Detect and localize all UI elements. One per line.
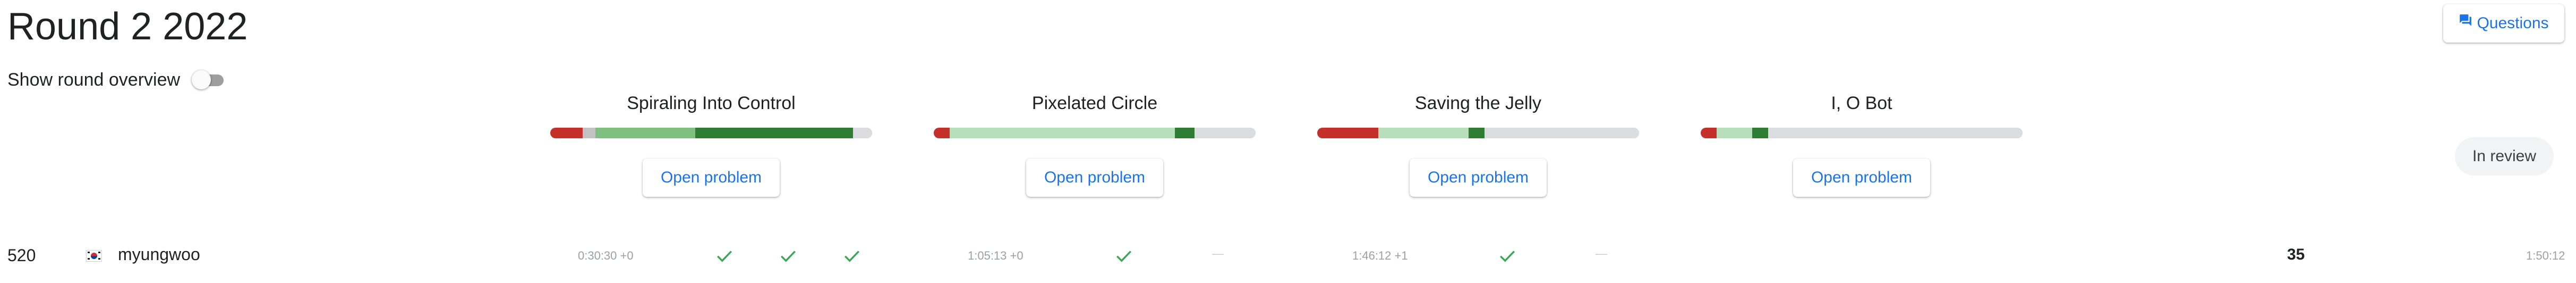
- checkmark-icon: [845, 251, 859, 262]
- progress-segment-partial: [595, 128, 695, 138]
- progress-segment-unattempted: [1485, 128, 1639, 138]
- total-penalty-time: 1:50:12: [2526, 249, 2565, 262]
- solve-time: 1:46:12 +1: [1352, 249, 1408, 262]
- questions-button[interactable]: Questions: [2443, 4, 2564, 43]
- round-overview-label: Show round overview: [7, 69, 181, 90]
- checkmark-icon: [1500, 251, 1515, 262]
- progress-segment-partial: [1717, 128, 1752, 138]
- unattempted-mark: —: [1596, 247, 1607, 260]
- forum-icon: [2460, 14, 2472, 26]
- solve-time: 0:30:30 +0: [578, 249, 634, 262]
- contestant-username[interactable]: myungwoo: [118, 245, 200, 264]
- open-problem-button[interactable]: Open problem: [1793, 159, 1930, 197]
- problem-card: Spiraling Into Control Open problem: [550, 93, 872, 197]
- solve-time: 1:05:13 +0: [968, 249, 1023, 262]
- toggle-knob: [192, 70, 211, 89]
- problem-title: Pixelated Circle: [1031, 93, 1158, 113]
- checkmark-icon: [1116, 251, 1131, 262]
- south-korea-flag-icon: [86, 250, 102, 262]
- problem-progress-bar: [1701, 128, 2023, 138]
- checkmark-icon: [781, 251, 796, 262]
- questions-label: Questions: [2477, 14, 2549, 32]
- open-problem-button[interactable]: Open problem: [643, 159, 780, 197]
- round-overview-toggle[interactable]: [191, 68, 228, 91]
- round-overview-setting: Show round overview: [7, 66, 228, 94]
- open-problem-button[interactable]: Open problem: [1410, 159, 1547, 197]
- problem-title: Saving the Jelly: [1414, 93, 1542, 113]
- progress-segment-other: [582, 128, 595, 138]
- problem-progress-bar: [934, 128, 1256, 138]
- progress-segment-wrong: [550, 128, 583, 138]
- progress-segment-unattempted: [1194, 128, 1256, 138]
- open-problem-button[interactable]: Open problem: [1026, 159, 1163, 197]
- progress-segment-partial: [950, 128, 1175, 138]
- problem-card: Saving the Jelly Open problem: [1317, 93, 1639, 197]
- page-title: Round 2 2022: [7, 5, 248, 48]
- problem-card: I, O Bot Open problem: [1701, 93, 2023, 197]
- progress-segment-wrong: [1317, 128, 1379, 138]
- problem-card: Pixelated Circle Open problem: [934, 93, 1256, 197]
- row-rank: 520: [7, 246, 36, 265]
- progress-segment-wrong: [934, 128, 950, 138]
- review-status-chip: In review: [2455, 137, 2554, 176]
- problem-progress-bar: [550, 128, 872, 138]
- progress-segment-full: [1175, 128, 1195, 138]
- progress-segment-full: [1468, 128, 1485, 138]
- problem-progress-bar: [1317, 128, 1639, 138]
- unattempted-mark: —: [1212, 247, 1224, 260]
- problem-title: Spiraling Into Control: [627, 93, 796, 113]
- progress-segment-full: [1752, 128, 1769, 138]
- progress-segment-partial: [1378, 128, 1469, 138]
- progress-segment-wrong: [1701, 128, 1717, 138]
- progress-segment-unattempted: [1768, 128, 2023, 138]
- checkmark-icon: [717, 251, 732, 262]
- total-score: 35: [2287, 246, 2305, 263]
- problem-title: I, O Bot: [1831, 93, 1892, 113]
- progress-segment-unattempted: [852, 128, 872, 138]
- progress-segment-full: [695, 128, 853, 138]
